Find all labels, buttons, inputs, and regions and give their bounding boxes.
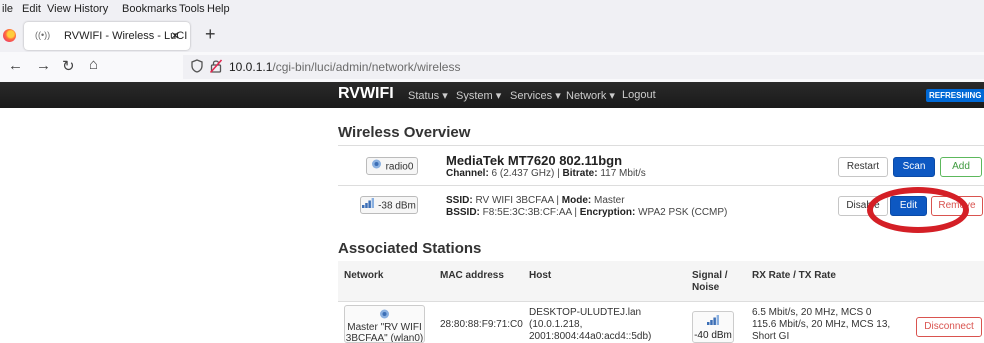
station-rate-line: Short GI <box>752 331 790 342</box>
tab-title: RVWIFI - Wireless - LuCI <box>64 30 188 42</box>
col-mac: MAC address <box>440 270 504 281</box>
stations-table-header <box>338 261 984 301</box>
station-network-line: Master "RV WIFI <box>347 322 422 333</box>
divider <box>338 301 984 302</box>
browser-menubar: ile Edit View History Bookmarks Tools He… <box>0 0 984 18</box>
channel-value: 6 (2.437 GHz) | <box>488 168 563 179</box>
station-host-line: (10.0.1.218, <box>529 319 583 330</box>
station-rate-line: 6.5 Mbit/s, 20 MHz, MCS 0 <box>752 307 872 318</box>
firefox-icon[interactable] <box>3 29 16 42</box>
add-button[interactable]: Add <box>940 157 982 177</box>
col-signal: Signal / Noise <box>692 270 728 293</box>
col-host: Host <box>529 270 552 281</box>
back-icon[interactable]: ← <box>8 57 23 74</box>
encryption-value: WPA2 PSK (CCMP) <box>635 207 728 218</box>
col-network: Network <box>344 270 384 281</box>
url-path: /cgi-bin/luci/admin/network/wireless <box>272 60 461 74</box>
signal-value: -38 dBm <box>378 200 416 212</box>
encryption-label: Encryption: <box>579 207 636 218</box>
url-host: 10.0.1.1 <box>229 60 273 74</box>
bssid-line: BSSID: F8:5E:3C:3B:CF:AA | Encryption: W… <box>446 207 727 218</box>
tab-bar: ((•)) RVWIFI - Wireless - LuCI × + <box>0 18 984 52</box>
channel-label: Channel: <box>446 168 489 179</box>
station-host-line: DESKTOP-ULUDTEJ.lan <box>529 307 642 318</box>
menu-tools[interactable]: Tools <box>179 3 205 15</box>
station-network-line: 3BCFAA" (wlan0) <box>345 333 424 343</box>
menu-network[interactable]: Network ▾ <box>566 89 615 102</box>
divider <box>338 185 984 186</box>
menu-bookmarks[interactable]: Bookmarks <box>122 3 177 15</box>
signal-strength-icon <box>693 315 733 329</box>
mode-value: Master <box>591 195 625 206</box>
device-title: MediaTek MT7620 802.11bgn <box>446 153 623 168</box>
edit-button[interactable]: Edit <box>890 196 927 216</box>
ssid-line: SSID: RV WIFI 3BCFAA | Mode: Master <box>446 195 625 206</box>
station-host-line: 2001:8004:44a0:acd4::5db) <box>529 331 652 342</box>
shield-icon[interactable] <box>191 59 203 73</box>
menu-file[interactable]: ile <box>2 3 13 15</box>
disconnect-button[interactable]: Disconnect <box>916 317 982 337</box>
navigation-bar: ← → ↻ ⌂ 10.0.1.1/cgi-bin/luci/admin/netw… <box>0 52 984 83</box>
menu-services[interactable]: Services ▾ <box>510 89 561 102</box>
url-text[interactable]: 10.0.1.1/cgi-bin/luci/admin/network/wire… <box>229 60 460 74</box>
bitrate-value: 117 Mbit/s <box>597 168 646 179</box>
bitrate-label: Bitrate: <box>562 168 598 179</box>
device-info: Channel: 6 (2.437 GHz) | Bitrate: 117 Mb… <box>446 168 646 179</box>
radio-badge: radio0 <box>366 157 418 175</box>
refresh-indicator[interactable]: REFRESHING <box>926 89 984 102</box>
menu-edit[interactable]: Edit <box>22 3 41 15</box>
new-tab-icon[interactable]: + <box>205 24 216 45</box>
scan-button[interactable]: Scan <box>893 157 935 177</box>
col-rate: RX Rate / TX Rate <box>752 270 836 281</box>
station-host: DESKTOP-ULUDTEJ.lan (10.0.1.218, 2001:80… <box>529 307 651 343</box>
menu-system[interactable]: System ▾ <box>456 89 501 102</box>
menu-logout[interactable]: Logout <box>622 89 656 101</box>
mode-label: Mode: <box>561 195 592 206</box>
url-bar[interactable]: 10.0.1.1/cgi-bin/luci/admin/network/wire… <box>183 55 984 79</box>
signal-strength-icon <box>362 197 375 215</box>
bssid-value: F8:5E:3C:3B:CF:AA | <box>479 207 580 218</box>
station-network-badge: Master "RV WIFI 3BCFAA" (wlan0) <box>344 305 425 343</box>
bssid-label: BSSID: <box>446 207 480 218</box>
reload-icon[interactable]: ↻ <box>62 57 75 75</box>
forward-icon[interactable]: → <box>36 57 51 74</box>
ssid-value: RV WIFI 3BCFAA | <box>472 195 562 206</box>
restart-button[interactable]: Restart <box>838 157 888 177</box>
wifi-favicon-icon: ((•)) <box>35 30 51 40</box>
remove-button[interactable]: Remove <box>931 196 983 216</box>
menu-help[interactable]: Help <box>207 3 230 15</box>
menu-history[interactable]: History <box>74 3 108 15</box>
wireless-overview-heading: Wireless Overview <box>338 124 471 141</box>
station-signal-badge: -40 dBm <box>692 311 734 343</box>
associated-stations-heading: Associated Stations <box>338 240 482 257</box>
wifi-radio-icon <box>371 158 382 176</box>
radio-name: radio0 <box>385 161 414 173</box>
signal-badge: -38 dBm <box>360 196 418 214</box>
ssid-label: SSID: <box>446 195 473 206</box>
station-rate: 6.5 Mbit/s, 20 MHz, MCS 0 115.6 Mbit/s, … <box>752 307 890 343</box>
menu-view[interactable]: View <box>47 3 71 15</box>
insecure-lock-icon[interactable] <box>210 59 222 73</box>
station-signal-value: -40 dBm <box>694 330 732 341</box>
station-rate-line: 115.6 Mbit/s, 20 MHz, MCS 13, <box>752 319 891 330</box>
disable-button[interactable]: Disable <box>838 196 888 216</box>
browser-tab[interactable]: ((•)) RVWIFI - Wireless - LuCI × <box>24 22 190 50</box>
station-mac: 28:80:88:F9:71:C0 <box>440 319 523 330</box>
wifi-radio-icon <box>345 309 424 322</box>
tab-close-icon[interactable]: × <box>171 27 179 43</box>
menu-status[interactable]: Status ▾ <box>408 89 448 102</box>
divider <box>338 145 984 146</box>
brand-logo[interactable]: RVWIFI <box>338 85 394 103</box>
luci-header: RVWIFI Status ▾ System ▾ Services ▾ Netw… <box>0 82 984 108</box>
home-icon[interactable]: ⌂ <box>89 56 98 73</box>
